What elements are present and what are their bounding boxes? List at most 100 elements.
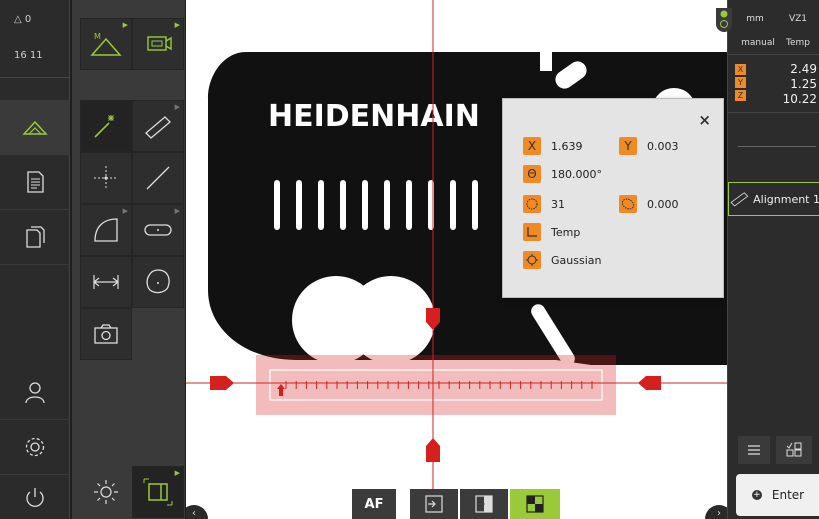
menu-settings-button[interactable] [0, 420, 70, 475]
panel-toggle-icon [143, 478, 173, 506]
menu-report-button[interactable] [0, 155, 70, 210]
app: △ 0 16 11 M ▶ ▶ ▶ ▶ ▶ ▶ HEIDENHAIN ‹ › ×… [0, 0, 819, 519]
axis-y-label: Y [735, 77, 746, 88]
auto-measure-tool[interactable] [80, 100, 132, 152]
edge-detection-button-3[interactable] [510, 489, 560, 519]
mode-label[interactable]: manual [736, 38, 780, 48]
handle-right[interactable] [638, 376, 661, 390]
coordinate-system-label[interactable]: Temp [778, 38, 818, 48]
feature-list-button[interactable] [776, 436, 812, 464]
result-angle: Θ 180.000° [523, 165, 602, 183]
divider [728, 54, 819, 55]
submenu-arrow-icon: ▶ [174, 21, 180, 29]
alignment-icon [145, 116, 171, 139]
filter-value: Gaussian [551, 253, 602, 267]
submenu-arrow-icon: ▶ [174, 207, 180, 215]
angle-badge: Θ [523, 165, 541, 183]
distance-tool[interactable] [80, 256, 132, 308]
arc-icon [94, 218, 118, 242]
submenu-arrow-icon: ▶ [174, 103, 180, 111]
status-time: 16 11 [14, 50, 43, 61]
divider [738, 146, 816, 147]
edge-detection-button-2[interactable] [460, 489, 508, 519]
measure-icon [22, 120, 48, 135]
result-x: X 1.639 [523, 137, 583, 155]
form-error-icon [619, 195, 637, 213]
slot-icon [144, 224, 172, 236]
measure-region[interactable] [256, 355, 616, 415]
grid-check-icon [786, 442, 802, 457]
workpiece-hole [347, 276, 435, 364]
submenu-arrow-icon: ▶ [174, 469, 180, 477]
result-y: Y 0.003 [619, 137, 679, 155]
autofocus-button[interactable]: AF [352, 489, 396, 519]
angle-value: 180.000° [551, 167, 602, 181]
line-tool[interactable] [132, 152, 184, 204]
tool-palette: M ▶ ▶ ▶ ▶ ▶ ▶ [72, 0, 185, 519]
camera-icon [94, 324, 118, 344]
contrast-icon [526, 495, 544, 513]
filter-icon [523, 251, 541, 269]
plus-icon: + [751, 490, 762, 500]
brightness-button[interactable] [80, 466, 132, 518]
menu-user-button[interactable] [0, 365, 70, 420]
workspace[interactable]: HEIDENHAIN ‹ › × X 1.639 Y 0.003 Θ 180.0… [186, 0, 727, 519]
video-sensor-tool[interactable]: ▶ [132, 18, 184, 70]
file-management-icon [26, 226, 45, 248]
y-value: 0.003 [647, 139, 679, 153]
submenu-arrow-icon: ▶ [122, 21, 128, 29]
result-coordinate-system: Temp [523, 223, 580, 241]
axis-x-label: X [735, 64, 746, 75]
point-tool[interactable] [80, 152, 132, 204]
menu-power-button[interactable] [0, 470, 70, 519]
edge-detection-button-1[interactable] [410, 489, 458, 519]
magic-wand-icon [94, 115, 114, 138]
slot-tool[interactable]: ▶ [132, 204, 184, 256]
line-icon [146, 166, 170, 190]
close-icon[interactable]: × [698, 111, 711, 129]
handle-left[interactable] [210, 376, 234, 390]
alignment-icon [730, 192, 749, 207]
measurement-result-popup: × X 1.639 Y 0.003 Θ 180.000° 31 0.000 Te… [502, 98, 724, 298]
status-indicator [716, 8, 732, 32]
user-icon [25, 382, 45, 404]
freeform-tool[interactable] [132, 256, 184, 308]
arc-tool[interactable]: ▶ [80, 204, 132, 256]
enter-button[interactable]: + Enter [736, 474, 819, 516]
menu-button[interactable] [738, 436, 770, 464]
freeform-icon [146, 269, 170, 294]
brand-text: HEIDENHAIN [268, 99, 480, 134]
x-value: 1.639 [551, 139, 583, 153]
handle-bottom[interactable] [426, 438, 440, 462]
result-filter: Gaussian [523, 251, 601, 269]
submenu-arrow-icon: ▶ [122, 207, 128, 215]
zero-point-label[interactable]: VZ1 [778, 14, 818, 24]
manual-measure-icon: M [90, 32, 122, 56]
form-value: 0.000 [647, 197, 679, 211]
view-toggle-button[interactable]: ▶ [132, 466, 184, 518]
camera-tool[interactable] [80, 308, 132, 360]
manual-measure-tool[interactable]: M ▶ [80, 18, 132, 70]
hamburger-icon [748, 445, 760, 455]
workpiece-slot [540, 41, 552, 71]
chevron-left-icon: ‹ [192, 508, 196, 519]
power-icon [26, 488, 44, 507]
chevron-right-icon: › [717, 508, 721, 519]
points-value: 31 [551, 197, 565, 211]
alignment-tool[interactable]: ▶ [132, 100, 184, 152]
menu-file-button[interactable] [0, 210, 70, 265]
feature-label: Alignment 1 [753, 192, 819, 206]
unit-label[interactable]: mm [736, 14, 774, 24]
menu-measure-button[interactable] [0, 100, 70, 155]
gear-icon [25, 437, 45, 457]
coordinate-system-icon [523, 223, 541, 241]
coordinate-system-value: Temp [551, 225, 581, 239]
scroll-left-button[interactable] [186, 505, 208, 519]
result-form: 0.000 [619, 195, 679, 213]
status-bar: △ 0 16 11 [0, 0, 70, 78]
feature-item-alignment[interactable]: Alignment 1 [728, 182, 819, 216]
edge-detect-icon [475, 495, 493, 513]
axis-z-value: 10.22 [782, 92, 817, 106]
scroll-right-button[interactable] [705, 505, 727, 519]
result-points: 31 [523, 195, 565, 213]
